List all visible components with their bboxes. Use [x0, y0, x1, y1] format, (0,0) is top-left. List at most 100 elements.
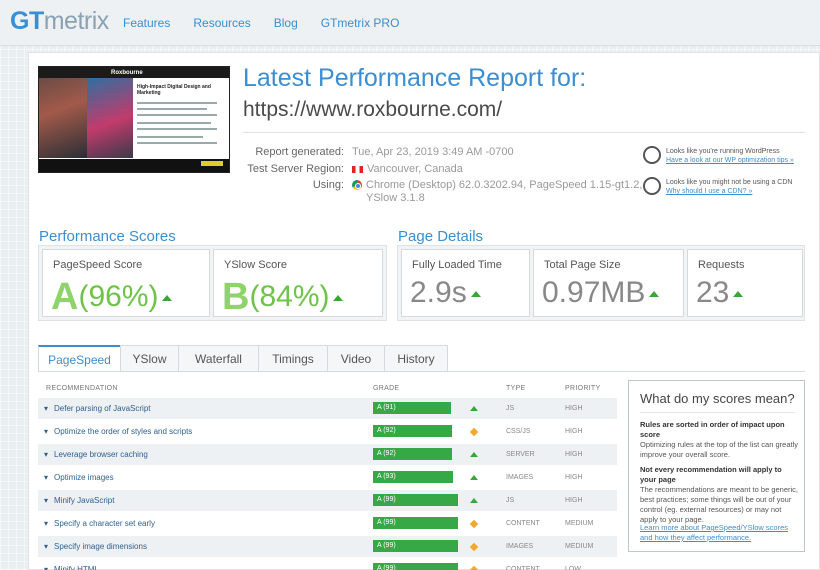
pagespeed-grade: A: [51, 276, 79, 318]
tab-video[interactable]: Video: [327, 345, 385, 371]
recommendation-priority: LOW: [565, 566, 581, 570]
grade-label: A (92): [377, 427, 396, 434]
recommendation-priority: HIGH: [565, 474, 583, 481]
recommendation-priority: HIGH: [565, 451, 583, 458]
recommendation-type: SERVER: [506, 451, 535, 458]
trend-up-icon: [470, 406, 478, 411]
tab-yslow[interactable]: YSlow: [120, 345, 179, 371]
scores-explanation-box: What do my scores mean? Rules are sorted…: [628, 380, 805, 552]
main-nav: Features Resources Blog GTmetrix PRO: [123, 16, 422, 30]
page-details-title: Page Details: [398, 228, 484, 245]
grade-label: A (93): [377, 473, 396, 480]
grade-label: A (99): [377, 565, 396, 570]
table-row[interactable]: Specify a character set early A (99) CONTE…: [38, 513, 617, 534]
page-size-value: 0.97MB: [542, 276, 646, 309]
performance-scores-title: Performance Scores: [39, 228, 176, 245]
grade-label: A (91): [377, 404, 396, 411]
tab-timings[interactable]: Timings: [258, 345, 328, 371]
recommendation-name[interactable]: Leverage browser caching: [44, 450, 148, 459]
recommendation-type: CONTENT: [506, 566, 540, 570]
page-screenshot-thumbnail: Roxbourne High-Impact Digital Design and…: [38, 66, 230, 173]
cdn-link[interactable]: Why should I use a CDN? »: [666, 188, 752, 195]
trend-same-icon: [469, 542, 479, 552]
fully-loaded-card: Fully Loaded Time 2.9s: [401, 249, 530, 317]
recommendation-type: IMAGES: [506, 543, 534, 550]
recommendation-type: CONTENT: [506, 520, 540, 527]
grade-bar: A (99): [373, 540, 458, 552]
canada-flag-icon: [352, 165, 363, 173]
recommendation-priority: MEDIUM: [565, 520, 594, 527]
scores-explanation-p1: Rules are sorted in order of impact upon…: [640, 420, 798, 459]
tab-history[interactable]: History: [384, 345, 448, 371]
recommendation-name[interactable]: Optimize the order of styles and scripts: [44, 427, 192, 436]
learn-more-link[interactable]: Learn more about PageSpeed/YSlow scores …: [640, 523, 788, 542]
pagespeed-percent: (96%): [78, 280, 159, 313]
table-row[interactable]: Optimize the order of styles and scripts…: [38, 421, 617, 442]
grade-label: A (99): [377, 496, 396, 503]
trend-up-icon: [162, 295, 173, 302]
header-grade: GRADE: [373, 385, 400, 392]
grade-label: A (99): [377, 519, 396, 526]
top-bar: GTmetrix Features Resources Blog GTmetri…: [0, 0, 820, 46]
table-row[interactable]: Optimize images A (93) IMAGES HIGH: [38, 467, 617, 488]
page-size-card: Total Page Size 0.97MB: [533, 249, 684, 317]
table-row[interactable]: Minify JavaScript A (99) JS HIGH: [38, 490, 617, 511]
requests-value: 23: [696, 276, 730, 309]
report-title: Latest Performance Report for:: [243, 64, 587, 92]
grade-label: A (92): [377, 450, 396, 457]
yslow-percent: (84%): [249, 280, 330, 313]
trend-same-icon: [469, 427, 479, 437]
scores-explanation-title: What do my scores mean?: [640, 391, 795, 406]
trend-up-icon: [470, 452, 478, 457]
grade-label: A (99): [377, 542, 396, 549]
divider: [243, 132, 805, 133]
grade-bar: A (92): [373, 448, 452, 460]
recommendation-name[interactable]: Minify HTML: [44, 565, 99, 570]
table-row[interactable]: Defer parsing of JavaScript A (91) JS HIGH: [38, 398, 617, 419]
recommendation-type: IMAGES: [506, 474, 534, 481]
trend-up-icon: [333, 295, 344, 302]
thumbnail-headline: High-Impact Digital Design and Marketing: [137, 84, 211, 96]
recommendation-name[interactable]: Specify image dimensions: [44, 542, 147, 551]
yslow-grade: B: [222, 276, 250, 318]
tab-waterfall[interactable]: Waterfall: [178, 345, 259, 371]
requests-card: Requests 23: [687, 249, 803, 317]
report-tabs: PageSpeed YSlow Waterfall Timings Video …: [38, 345, 448, 371]
recommendation-name[interactable]: Defer parsing of JavaScript: [44, 404, 151, 413]
nav-blog[interactable]: Blog: [274, 16, 298, 30]
recommendation-name[interactable]: Optimize images: [44, 473, 114, 482]
recommendation-priority: HIGH: [565, 405, 583, 412]
recommendation-priority: HIGH: [565, 497, 583, 504]
trend-up-icon: [470, 498, 478, 503]
trend-up-icon: [470, 291, 481, 298]
trend-up-icon: [470, 475, 478, 480]
grade-bar: A (99): [373, 563, 458, 570]
recommendation-name[interactable]: Specify a character set early: [44, 519, 155, 528]
nav-gtmetrix-pro[interactable]: GTmetrix PRO: [321, 16, 400, 30]
wp-tips-link[interactable]: Have a look at our WP optimization tips …: [666, 157, 794, 164]
header-type: TYPE: [506, 385, 526, 392]
wordpress-icon: [643, 146, 661, 164]
performance-scores-group: PageSpeed Score A(96%) YSlow Score B(84%…: [38, 245, 387, 321]
trend-up-icon: [649, 291, 660, 298]
recommendation-name[interactable]: Minify JavaScript: [44, 496, 114, 505]
recommendation-priority: MEDIUM: [565, 543, 594, 550]
table-row[interactable]: Leverage browser caching A (92) SERVER HIGH: [38, 444, 617, 465]
nav-features[interactable]: Features: [123, 16, 170, 30]
table-row[interactable]: Minify HTML A (99) CONTENT LOW: [38, 559, 617, 570]
fully-loaded-value: 2.9s: [410, 276, 467, 309]
meta-using-yslow: YSlow 3.1.8: [366, 192, 425, 204]
nav-resources[interactable]: Resources: [193, 16, 250, 30]
recommendation-type: CSS/JS: [506, 428, 531, 435]
header-priority: PRIORITY: [565, 385, 601, 392]
globe-icon: [643, 177, 661, 195]
gtmetrix-logo[interactable]: GTmetrix: [10, 7, 109, 36]
trend-same-icon: [469, 565, 479, 570]
grade-bar: A (99): [373, 517, 458, 529]
recommendation-type: JS: [506, 405, 515, 412]
tab-pagespeed[interactable]: PageSpeed: [38, 345, 121, 371]
table-row[interactable]: Specify image dimensions A (99) IMAGES MEDI…: [38, 536, 617, 557]
grade-bar: A (92): [373, 425, 452, 437]
report-url[interactable]: https://www.roxbourne.com/: [243, 98, 502, 122]
scores-explanation-p2: Not every recommendation will apply to y…: [640, 465, 799, 524]
